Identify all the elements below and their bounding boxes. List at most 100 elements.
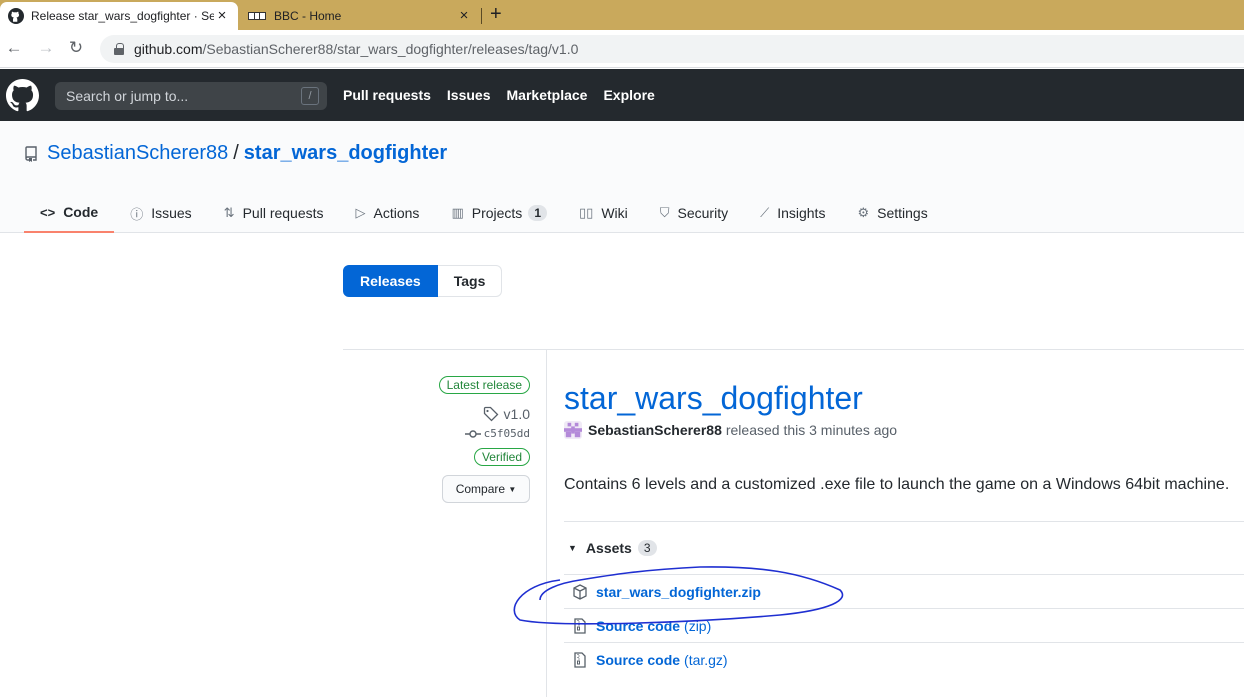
github-favicon-icon	[8, 8, 24, 24]
triangle-down-icon: ▼	[508, 484, 517, 494]
tab-security[interactable]: ⛉ Security	[644, 193, 744, 233]
release-notes: Contains 6 levels and a customized .exe …	[564, 476, 1230, 493]
browser-toolbar: ← → ↻ github.com/SebastianScherer88/star…	[0, 30, 1244, 68]
repo-icon	[25, 145, 37, 162]
package-icon	[573, 583, 587, 600]
tab-divider	[481, 8, 482, 24]
compare-button[interactable]: Compare ▼	[442, 475, 530, 503]
tag-name: v1.0	[503, 406, 530, 422]
url-host: github.com	[134, 41, 203, 57]
asset-row: Source code (tar.gz)	[564, 642, 1244, 676]
releases-tab[interactable]: Releases	[343, 265, 438, 297]
tab-label: Actions	[373, 205, 420, 221]
asset-row: star_wars_dogfighter.zip	[564, 574, 1244, 608]
asset-ext: (tar.gz)	[684, 651, 728, 668]
tab-label: Pull requests	[242, 205, 324, 221]
book-icon: ▯▯	[579, 205, 594, 220]
tab-projects[interactable]: ▥ Projects 1	[435, 193, 563, 233]
github-header: Search or jump to... / Pull requests Iss…	[0, 69, 1244, 121]
projects-counter: 1	[528, 205, 547, 221]
nav-pull-requests[interactable]: Pull requests	[343, 87, 431, 103]
close-tab-icon[interactable]: ×	[456, 8, 472, 24]
address-bar[interactable]: github.com/SebastianScherer88/star_wars_…	[100, 35, 1244, 63]
file-zip-icon	[574, 651, 586, 668]
release-author[interactable]: SebastianScherer88	[588, 422, 722, 438]
repo-owner-link[interactable]: SebastianScherer88	[47, 142, 228, 165]
tab-label: Code	[63, 204, 99, 220]
tab-label: Wiki	[601, 205, 628, 221]
reload-icon[interactable]: ↻	[66, 38, 86, 58]
bbc-favicon-icon	[248, 12, 266, 20]
nav-issues[interactable]: Issues	[447, 87, 491, 103]
assets-counter: 3	[637, 540, 657, 556]
release-time: released this 3 minutes ago	[725, 422, 898, 438]
asset-name: Source code	[596, 651, 681, 668]
tab-label: Projects	[471, 205, 523, 221]
asset-ext: (zip)	[684, 617, 712, 634]
release-divider	[343, 349, 1244, 350]
tags-tab[interactable]: Tags	[437, 265, 503, 297]
nav-marketplace[interactable]: Marketplace	[507, 87, 588, 103]
tag-icon	[483, 406, 498, 422]
tab-label: Settings	[877, 205, 928, 221]
asset-download-link[interactable]: Source code (tar.gz)	[596, 652, 728, 668]
tab-wiki[interactable]: ▯▯ Wiki	[563, 193, 644, 233]
graph-icon: ⟋	[760, 205, 770, 220]
tab-title: BBC - Home	[274, 9, 342, 23]
pull-request-icon: ⇅	[223, 205, 235, 220]
avatar[interactable]	[564, 421, 582, 439]
lock-icon	[114, 43, 124, 55]
repo-name-link[interactable]: star_wars_dogfighter	[244, 142, 447, 165]
release-title[interactable]: star_wars_dogfighter	[564, 380, 863, 416]
tab-insights[interactable]: ⟋ Insights	[744, 193, 841, 233]
issue-icon: ⓘ	[130, 206, 144, 222]
project-icon: ▥	[451, 205, 464, 220]
compare-label: Compare	[455, 482, 506, 496]
tab-issues[interactable]: ⓘ Issues	[114, 193, 207, 233]
repo-header: SebastianScherer88 / star_wars_dogfighte…	[0, 121, 1244, 233]
tab-label: Security	[677, 205, 729, 221]
release-subnav: Releases Tags	[343, 265, 503, 297]
repo-separator: /	[233, 142, 239, 164]
release-meta: Latest release v1.0 c5f05dd Verified Com…	[438, 376, 530, 503]
forward-arrow-icon[interactable]: →	[36, 38, 56, 58]
assets-toggle[interactable]: ▼ Assets 3	[568, 540, 657, 556]
latest-release-badge: Latest release	[438, 376, 530, 394]
global-nav: Pull requests Issues Marketplace Explore	[343, 87, 655, 103]
search-placeholder: Search or jump to...	[66, 88, 189, 104]
tab-code[interactable]: <> Code	[24, 193, 115, 233]
browser-tab-strip: Release star_wars_dogfighter · Se × BBC …	[0, 0, 1244, 30]
release-main: star_wars_dogfighter SebastianScherer88 …	[564, 380, 1244, 439]
github-logo-icon[interactable]	[6, 79, 39, 112]
asset-download-link[interactable]: Source code (zip)	[596, 618, 711, 634]
tab-label: Issues	[151, 205, 192, 221]
nav-explore[interactable]: Explore	[603, 87, 654, 103]
shield-icon: ⛉	[659, 205, 670, 220]
release-timeline-line	[546, 349, 547, 697]
tab-label: Insights	[777, 205, 826, 221]
commit-link[interactable]: c5f05dd	[464, 427, 530, 440]
tag-link[interactable]: v1.0	[483, 406, 530, 422]
gear-icon: ⚙	[857, 205, 870, 220]
asset-download-link[interactable]: star_wars_dogfighter.zip	[596, 584, 761, 600]
url-path: /SebastianScherer88/star_wars_dogfighter…	[202, 41, 579, 57]
tab-title: Release star_wars_dogfighter · Se	[31, 9, 214, 23]
browser-tab-bbc[interactable]: BBC - Home ×	[240, 2, 480, 30]
close-tab-icon[interactable]: ×	[214, 8, 230, 24]
verified-badge[interactable]: Verified	[473, 448, 530, 466]
release-byline: SebastianScherer88 released this 3 minut…	[564, 421, 1244, 439]
tab-actions[interactable]: ▷ Actions	[340, 193, 436, 233]
play-icon: ▷	[355, 205, 366, 220]
repo-title: SebastianScherer88 / star_wars_dogfighte…	[24, 142, 447, 165]
browser-tab-release[interactable]: Release star_wars_dogfighter · Se ×	[0, 2, 238, 30]
tab-pull-requests[interactable]: ⇅ Pull requests	[208, 193, 340, 233]
search-input[interactable]: Search or jump to... /	[55, 82, 327, 110]
commit-icon	[464, 429, 481, 438]
repo-tabs: <> Code ⓘ Issues ⇅ Pull requests ▷ Actions ▥…	[24, 193, 944, 233]
back-arrow-icon[interactable]: ←	[4, 38, 24, 58]
file-zip-icon	[574, 617, 586, 634]
search-shortcut-key: /	[301, 87, 319, 105]
new-tab-button[interactable]: +	[490, 3, 502, 26]
asset-row: Source code (zip)	[564, 608, 1244, 642]
tab-settings[interactable]: ⚙ Settings	[841, 193, 943, 233]
